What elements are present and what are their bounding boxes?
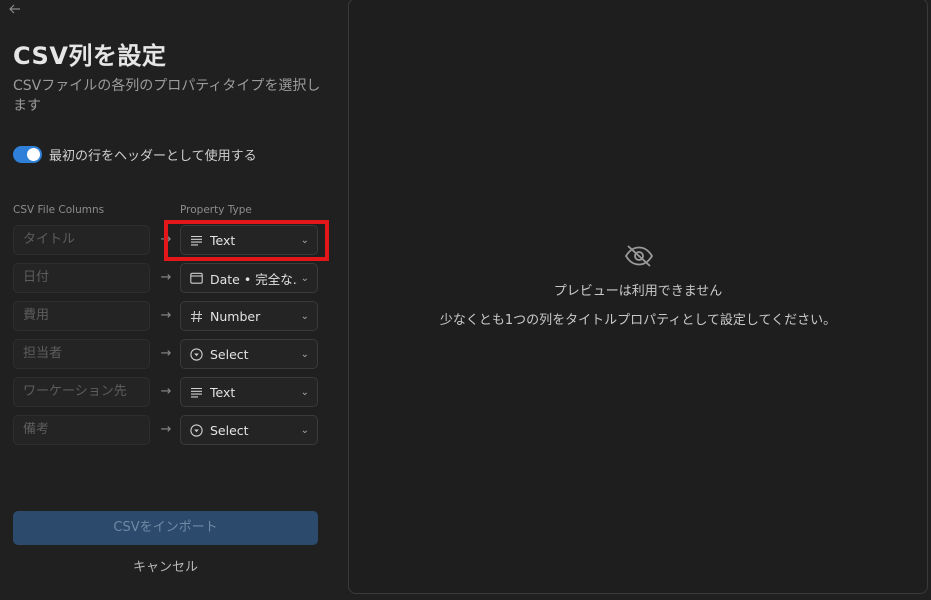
csv-column-field[interactable]: 担当者 <box>13 339 150 369</box>
page-subtitle: CSVファイルの各列のプロパティタイプを選択します <box>13 78 321 114</box>
csv-column-field[interactable]: 備考 <box>13 415 150 445</box>
cancel-button[interactable]: キャンセル <box>13 556 318 576</box>
column-config-panel: CSV列を設定 CSVファイルの各列のプロパティタイプを選択します 最初の行をヘ… <box>0 0 340 600</box>
csv-column-field[interactable]: タイトル <box>13 225 150 255</box>
mapping-arrow: → <box>160 422 172 437</box>
select-circle-icon <box>189 347 203 361</box>
property-type-select[interactable]: Number ⌄ <box>180 301 318 331</box>
csv-columns-heading: CSV File Columns <box>13 204 105 216</box>
csv-column-field[interactable]: 日付 <box>13 263 150 293</box>
column-mapping-row: 日付 → Date • 完全な... ⌄ <box>13 263 318 293</box>
column-mapping-row: 備考 → Select ⌄ <box>13 415 318 445</box>
preview-unavailable-message: 少なくとも1つの列をタイトルプロパティとして設定してください。 <box>439 313 837 328</box>
back-button[interactable] <box>8 2 24 20</box>
page-title: CSV列を設定 <box>13 42 167 70</box>
property-type-select[interactable]: Text ⌄ <box>180 377 318 407</box>
property-type-select[interactable]: Select ⌄ <box>180 415 318 445</box>
chevron-down-icon: ⌄ <box>300 387 309 398</box>
text-lines-icon <box>189 385 203 399</box>
hash-icon <box>189 309 203 323</box>
property-type-select[interactable]: Select ⌄ <box>180 339 318 369</box>
column-mapping-row: ワーケーション先 → Text ⌄ <box>13 377 318 407</box>
property-type-heading: Property Type <box>180 204 252 216</box>
import-csv-button[interactable]: CSVをインポート <box>13 511 318 545</box>
property-type-label: Select <box>210 422 249 438</box>
mapping-arrow: → <box>160 346 172 361</box>
header-row-option: 最初の行をヘッダーとして使用する <box>13 144 257 164</box>
chevron-down-icon: ⌄ <box>300 273 309 284</box>
column-mapping-row: 費用 → Number ⌄ <box>13 301 318 331</box>
use-header-toggle-label: 最初の行をヘッダーとして使用する <box>49 148 257 164</box>
chevron-down-icon: ⌄ <box>300 349 309 360</box>
column-mapping-row: 担当者 → Select ⌄ <box>13 339 318 369</box>
eye-off-icon <box>624 245 654 267</box>
property-type-label: Date • 完全な... <box>210 271 298 287</box>
highlight-box <box>164 220 329 261</box>
select-circle-icon <box>189 423 203 437</box>
preview-panel: プレビューは利用できません 少なくとも1つの列をタイトルプロパティとして設定して… <box>348 0 928 594</box>
use-header-toggle[interactable] <box>13 145 42 163</box>
property-type-label: Number <box>210 308 261 324</box>
mapping-arrow: → <box>160 384 172 399</box>
property-type-select[interactable]: Date • 完全な... ⌄ <box>180 263 318 293</box>
property-type-label: Text <box>210 384 236 400</box>
toggle-knob <box>27 147 40 161</box>
chevron-down-icon: ⌄ <box>300 425 309 436</box>
property-type-label: Select <box>210 346 249 362</box>
mapping-arrow: → <box>160 308 172 323</box>
calendar-icon <box>189 271 203 285</box>
mapping-arrow: → <box>160 270 172 285</box>
csv-column-field[interactable]: ワーケーション先 <box>13 377 150 407</box>
preview-unavailable-title: プレビューは利用できません <box>553 284 723 299</box>
chevron-down-icon: ⌄ <box>300 311 309 322</box>
csv-column-field[interactable]: 費用 <box>13 301 150 331</box>
arrow-left-icon <box>9 4 20 14</box>
